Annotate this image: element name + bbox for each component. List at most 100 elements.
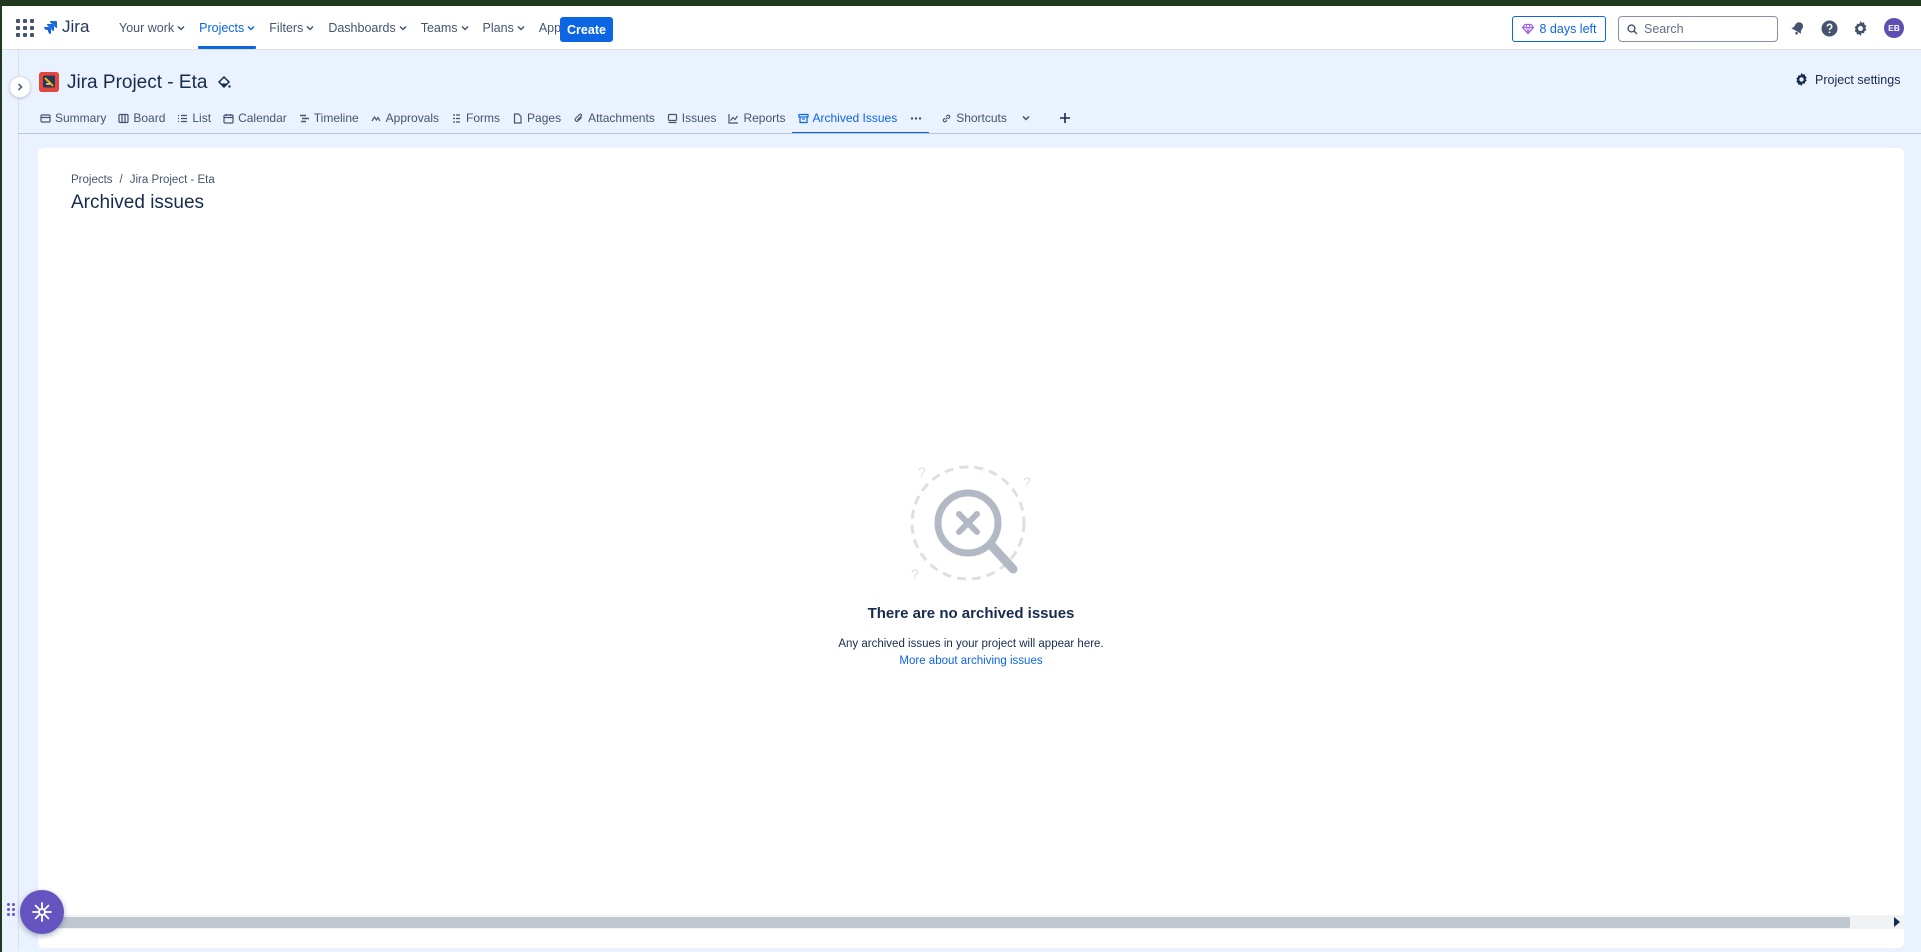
tab-label: Pages [527,111,562,125]
search-box[interactable] [1618,16,1778,42]
calendar-icon [223,113,234,124]
issues-icon [667,113,677,123]
tab-label: Board [133,111,166,125]
approvals-icon [371,115,381,121]
summary-icon [40,113,51,123]
tab-shortcuts[interactable]: Shortcuts [935,102,1037,134]
app-name: Jira [62,17,90,36]
trial-label: 8 days left [1539,22,1597,36]
drag-handle-icon[interactable] [7,903,15,916]
board-icon [118,113,129,123]
nav-filters[interactable]: Filters [262,6,321,50]
add-tab-button[interactable] [1053,102,1077,134]
create-button[interactable]: Create [560,17,613,42]
tab-issues[interactable]: Issues [661,102,723,134]
tab-label: Timeline [313,111,359,125]
nav-label: Projects [199,21,245,35]
snowflake-icon [32,902,52,922]
chevron-down-icon [247,25,255,31]
chevron-down-icon [177,25,185,31]
nav-plans[interactable]: Plans [476,6,532,50]
page-title: Archived issues [71,192,205,213]
settings-icon[interactable] [1851,19,1869,37]
premium-gem-icon [1521,23,1534,35]
chevron-right-icon [17,83,23,91]
tab-label: Forms [466,111,501,125]
link-icon [942,114,951,122]
project-settings-button[interactable]: Project settings [1794,72,1900,87]
tab-pages[interactable]: Pages [506,102,567,134]
list-icon [178,114,188,122]
nav-label: Plans [482,21,514,35]
floating-assistant-button[interactable] [20,890,64,934]
user-avatar[interactable]: EB [1884,18,1904,38]
tab-archived-issues[interactable]: Archived Issues [791,102,930,134]
archive-icon [797,113,809,123]
jira-logo[interactable]: Jira [43,17,89,37]
help-icon[interactable] [1820,19,1838,37]
tab-approvals[interactable]: Approvals [365,102,445,134]
tab-list[interactable]: List [171,102,217,134]
chevron-down-icon [1022,115,1030,121]
tab-label: Attachments [588,111,655,125]
app-switcher-icon[interactable] [16,19,34,37]
tab-label: Archived Issues [812,111,898,125]
breadcrumb-projects[interactable]: Projects [71,174,113,186]
nav-dashboards[interactable]: Dashboards [321,6,413,50]
question-icon [1821,20,1837,36]
project-settings-label: Project settings [1815,72,1901,87]
search-icon [1627,23,1638,34]
scroll-right-arrow-icon[interactable] [1894,917,1900,927]
more-icon[interactable] [909,113,923,124]
breadcrumb-project[interactable]: Jira Project - Eta [130,174,215,186]
timeline-icon [299,114,309,122]
chevron-down-icon [399,25,407,31]
tabs-divider [18,133,1921,134]
nav-projects[interactable]: Projects [192,6,262,50]
search-input[interactable] [1644,22,1764,36]
svg-text:?: ? [918,464,926,480]
tab-label: Shortcuts [956,111,1007,125]
notifications-icon[interactable] [1789,19,1807,37]
breadcrumb-separator: / [119,174,123,186]
plus-icon [1059,113,1070,123]
expand-sidebar-button[interactable] [9,76,31,98]
chevron-down-icon [306,25,314,31]
tab-forms[interactable]: Forms [445,102,506,134]
trial-button[interactable]: 8 days left [1512,16,1606,42]
chevron-down-icon [461,25,469,31]
main-menu: Your work Projects Filters Dashboards Te… [112,6,585,50]
gear-icon [1796,72,1807,87]
tab-label: Calendar [238,111,287,125]
tab-label: Reports [743,111,786,125]
empty-state: ? ? ? There are no archived issues Any a… [38,463,1904,667]
tab-board[interactable]: Board [112,102,171,134]
nav-label: Filters [269,21,304,35]
tab-calendar[interactable]: Calendar [217,102,293,134]
nav-your-work[interactable]: Your work [112,6,192,50]
bell-icon [1791,22,1804,35]
gear-icon [1854,20,1866,36]
project-avatar-image [39,72,59,92]
paint-bucket-icon[interactable] [217,75,231,94]
tab-timeline[interactable]: Timeline [293,102,365,134]
scrollbar-thumb[interactable] [38,917,1850,928]
tab-label: Issues [681,111,717,125]
nav-label: Teams [420,21,458,35]
jira-logo-icon [44,21,57,34]
tab-summary[interactable]: Summary [34,102,112,134]
svg-text:?: ? [1023,474,1031,490]
project-title: Jira Project - Eta [67,72,208,93]
horizontal-scrollbar[interactable] [38,915,1904,929]
forms-icon [453,113,461,123]
tab-label: Summary [55,111,107,125]
project-tabs: Summary Board List Calendar Timeline App… [34,102,1077,134]
empty-search-illustration: ? ? ? [910,464,1031,582]
archiving-help-link[interactable]: More about archiving issues [899,655,1042,667]
tab-label: Approvals [385,111,440,125]
tab-reports[interactable]: Reports [722,102,791,134]
chevron-down-icon [517,25,525,31]
tab-attachments[interactable]: Attachments [567,102,661,134]
project-avatar[interactable] [39,72,59,92]
nav-teams[interactable]: Teams [414,6,476,50]
